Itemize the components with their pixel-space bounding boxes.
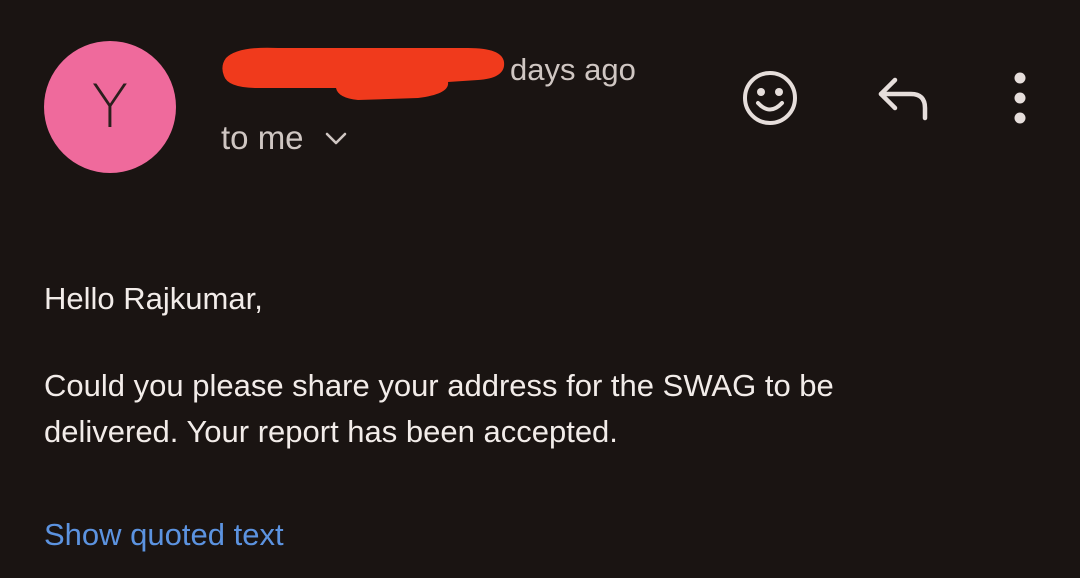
add-reaction-button[interactable] [738, 66, 802, 130]
more-vertical-icon [1014, 72, 1026, 124]
email-message-view: Y days ago to me Hello Rajkumar, Could y… [0, 0, 1080, 578]
avatar-initial: Y [91, 72, 129, 142]
smiley-face-icon [743, 71, 797, 125]
recipient-details-toggle[interactable]: to me [221, 119, 348, 157]
reply-arrow-icon [878, 77, 928, 121]
email-body: Could you please share your address for … [44, 363, 1044, 455]
chevron-down-icon [324, 131, 348, 152]
more-options-button[interactable] [996, 66, 1044, 130]
sender-name-redaction [222, 47, 505, 100]
sender-avatar[interactable]: Y [44, 41, 176, 173]
show-quoted-text-link[interactable]: Show quoted text [44, 517, 284, 553]
recipient-label: to me [221, 119, 304, 156]
email-body-line: Could you please share your address for … [44, 368, 834, 403]
reply-button[interactable] [872, 68, 936, 128]
timestamp: days ago [510, 52, 636, 87]
email-greeting: Hello Rajkumar, [44, 281, 263, 316]
email-body-line: delivered. Your report has been accepted… [44, 414, 618, 449]
